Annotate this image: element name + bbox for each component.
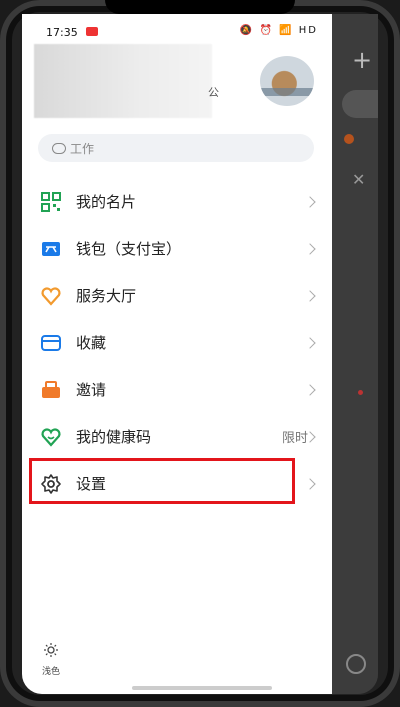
work-status-pill[interactable]: 工作 [38, 134, 314, 162]
invite-icon [40, 379, 62, 401]
smile-icon [40, 426, 62, 448]
work-status-label: 工作 [70, 141, 95, 156]
qr-card-icon [40, 191, 62, 213]
notch [105, 0, 295, 14]
chevron-right-icon [304, 383, 316, 396]
menu-item-business-card[interactable]: 我的名片 [22, 178, 332, 225]
menu-item-service-hall[interactable]: 服务大厅 [22, 272, 332, 319]
menu-item-label: 钱包（支付宝） [76, 240, 182, 258]
chevron-right-icon [304, 242, 316, 255]
menu-item-label: 我的名片 [76, 193, 137, 211]
menu-item-invite[interactable]: 邀请 [22, 366, 332, 413]
chevron-right-icon [304, 336, 316, 349]
menu-item-settings[interactable]: 设置 [22, 460, 332, 507]
profile-name-tail: 公 [208, 86, 219, 99]
chevron-right-icon [304, 289, 316, 302]
screen: + ✕ 17:35 🔕 ⏰ 📶 HD 公 工作 我的名片 钱包（支付宝） 服务大… [22, 14, 378, 694]
close-icon: ✕ [352, 170, 366, 189]
compass-icon [346, 654, 366, 674]
profile-name-blurred[interactable] [34, 44, 212, 118]
chevron-right-icon [304, 477, 316, 490]
wallet-icon [40, 238, 62, 260]
menu-item-label: 收藏 [76, 334, 107, 352]
menu-item-wallet[interactable]: 钱包（支付宝） [22, 225, 332, 272]
notification-app-icon [86, 27, 98, 36]
search-pill [342, 90, 378, 118]
background-app[interactable]: + ✕ [332, 14, 378, 694]
home-indicator[interactable] [132, 686, 272, 690]
side-drawer: 17:35 🔕 ⏰ 📶 HD 公 工作 我的名片 钱包（支付宝） 服务大厅 收藏… [22, 14, 332, 694]
heart-hands-icon [40, 285, 62, 307]
theme-toggle[interactable]: 浅色 [36, 642, 66, 677]
drawer-menu: 我的名片 钱包（支付宝） 服务大厅 收藏 邀请 我的健康码 限时 设置 [22, 178, 332, 507]
chevron-right-icon [304, 195, 316, 208]
theme-label: 浅色 [41, 667, 60, 677]
menu-item-label: 设置 [76, 475, 107, 493]
badge-dot [344, 134, 354, 144]
menu-item-label: 我的健康码 [76, 428, 152, 446]
add-icon: + [352, 46, 373, 74]
status-icons: 🔕 ⏰ 📶 HD [239, 25, 318, 36]
menu-item-favorites[interactable]: 收藏 [22, 319, 332, 366]
chat-bubble-icon [52, 142, 66, 154]
avatar-photo-band [260, 88, 314, 96]
menu-item-health-code[interactable]: 我的健康码 限时 [22, 413, 332, 460]
menu-item-label: 邀请 [76, 381, 107, 399]
sun-icon [44, 643, 58, 657]
avatar[interactable] [260, 56, 314, 106]
box-icon [40, 332, 62, 354]
menu-item-label: 服务大厅 [76, 287, 137, 305]
status-time: 17:35 [46, 26, 78, 39]
status-bar: 17:35 🔕 ⏰ 📶 HD [22, 14, 332, 46]
unread-dot [358, 390, 363, 395]
gear-icon [40, 473, 62, 495]
